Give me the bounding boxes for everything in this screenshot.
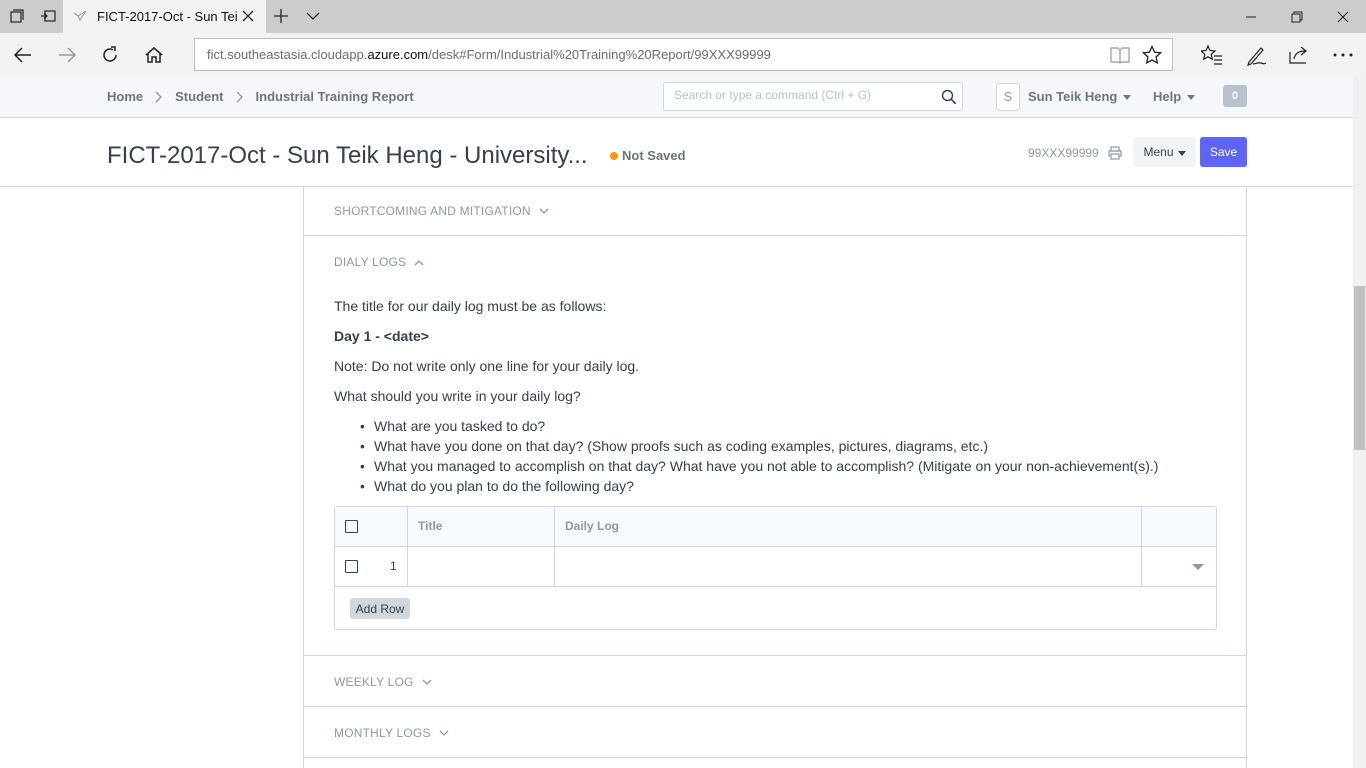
- print-icon[interactable]: [1108, 146, 1122, 160]
- row-index: 1: [390, 559, 397, 573]
- form-layout: SHORTCOMING AND MITIGATION DIALY LOGS Th…: [303, 187, 1247, 768]
- list-item: What do you plan to do the following day…: [334, 477, 1158, 497]
- breadcrumb-industrial-training-report[interactable]: Industrial Training Report: [256, 89, 414, 104]
- browser-tab-bar: FICT-2017-Oct - Sun Tei: [0, 0, 1366, 33]
- tab-favicon-icon: [73, 9, 87, 23]
- favorite-star-icon[interactable]: [1142, 45, 1162, 65]
- chevron-down-icon: [439, 730, 449, 737]
- more-options-icon[interactable]: [1332, 44, 1354, 66]
- notification-badge[interactable]: 0: [1223, 85, 1247, 107]
- daily-log-cell[interactable]: [555, 547, 1141, 586]
- column-divider: [1141, 547, 1142, 587]
- table-row[interactable]: 1: [335, 547, 1216, 587]
- page-title: FICT-2017-Oct - Sun Teik Heng - Universi…: [107, 142, 588, 169]
- avatar[interactable]: S: [996, 83, 1020, 111]
- column-divider: [1141, 507, 1142, 547]
- note-text: Note: Do not write only one line for you…: [334, 358, 640, 374]
- search-icon[interactable]: [941, 89, 957, 105]
- title-cell[interactable]: [408, 547, 554, 586]
- breadcrumb-student[interactable]: Student: [175, 89, 223, 104]
- document-name: 99XXX99999: [1028, 146, 1099, 160]
- awesome-bar[interactable]: [663, 82, 963, 111]
- page-head: FICT-2017-Oct - Sun Teik Heng - Universi…: [0, 118, 1353, 187]
- close-window-icon[interactable]: [1320, 0, 1366, 33]
- restore-icon[interactable]: [1274, 0, 1320, 33]
- search-input[interactable]: [674, 88, 934, 102]
- url-text: fict.southeastasia.cloudapp.azure.com/de…: [207, 47, 771, 62]
- section-head-weekly-log[interactable]: WEEKLY LOG: [334, 675, 432, 689]
- section-head-daily-logs[interactable]: DIALY LOGS: [334, 255, 424, 269]
- browser-nav-bar: fict.southeastasia.cloudapp.azure.com/de…: [0, 33, 1366, 76]
- back-arrow-icon[interactable]: [12, 44, 34, 66]
- list-item: What are you tasked to do?: [334, 417, 1158, 437]
- section-label: SHORTCOMING AND MITIGATION: [334, 204, 531, 218]
- breadcrumb: Home Student Industrial Training Report: [107, 89, 414, 104]
- forward-arrow-icon[interactable]: [56, 44, 78, 66]
- favorites-hub-icon[interactable]: [1201, 44, 1223, 66]
- caret-down-icon: [1177, 150, 1186, 156]
- tab-manager-icon[interactable]: [9, 8, 25, 24]
- minimize-icon[interactable]: [1228, 0, 1274, 33]
- list-item: What have you done on that day? (Show pr…: [334, 437, 1158, 457]
- chevron-right-icon: [236, 91, 244, 103]
- chevron-up-icon: [414, 259, 424, 266]
- status-badge: Not Saved: [610, 148, 686, 163]
- menu-label: Menu: [1143, 145, 1174, 159]
- scrollbar-thumb[interactable]: [1354, 286, 1365, 450]
- refresh-icon[interactable]: [99, 44, 121, 66]
- section-divider: [304, 757, 1246, 758]
- list-item: What you managed to accomplish on that d…: [334, 457, 1158, 477]
- intro-text: The title for our daily log must be as f…: [334, 298, 607, 314]
- user-menu-toggle[interactable]: Sun Teik Heng: [1028, 89, 1132, 104]
- caret-down-icon: [1187, 95, 1196, 100]
- column-header-title[interactable]: Title: [418, 519, 442, 533]
- chevron-right-icon: [155, 91, 163, 103]
- section-label: MONTHLY LOGS: [334, 726, 431, 740]
- help-menu-toggle[interactable]: Help: [1153, 89, 1196, 104]
- column-divider: [554, 507, 555, 547]
- add-row-button[interactable]: Add Row: [350, 598, 410, 619]
- breadcrumb-home[interactable]: Home: [107, 89, 143, 104]
- status-dot-icon: [610, 151, 618, 160]
- row-expand-caret-icon[interactable]: [1192, 564, 1204, 570]
- section-label: DIALY LOGS: [334, 255, 407, 269]
- guideline-list: What are you tasked to do? What have you…: [334, 417, 1158, 497]
- active-tab[interactable]: FICT-2017-Oct - Sun Tei: [63, 0, 266, 33]
- row-checkbox[interactable]: [345, 560, 358, 573]
- status-text: Not Saved: [622, 148, 686, 163]
- save-button[interactable]: Save: [1200, 137, 1247, 167]
- app-navbar: Home Student Industrial Training Report …: [0, 76, 1353, 118]
- tab-title: FICT-2017-Oct - Sun Tei: [97, 9, 238, 24]
- column-divider: [407, 507, 408, 547]
- chevron-down-icon: [422, 679, 432, 686]
- help-label: Help: [1153, 89, 1182, 104]
- share-icon[interactable]: [1288, 44, 1310, 66]
- section-label: WEEKLY LOG: [334, 675, 414, 689]
- new-tab-icon[interactable]: [273, 8, 289, 24]
- column-header-daily-log[interactable]: Daily Log: [565, 519, 619, 533]
- pen-notes-icon[interactable]: [1245, 44, 1267, 66]
- tab-preview-chevron-icon[interactable]: [305, 8, 321, 24]
- section-divider: [304, 706, 1246, 707]
- section-head-shortcoming[interactable]: SHORTCOMING AND MITIGATION: [334, 204, 549, 218]
- daily-log-table: Title Daily Log 1 Add Row: [334, 506, 1217, 630]
- select-all-checkbox[interactable]: [345, 520, 358, 533]
- close-tab-icon[interactable]: [241, 9, 255, 23]
- address-bar[interactable]: fict.southeastasia.cloudapp.azure.com/de…: [194, 38, 1173, 71]
- home-icon[interactable]: [143, 44, 165, 66]
- question-text: What should you write in your daily log?: [334, 388, 581, 404]
- table-header: Title Daily Log: [335, 507, 1216, 547]
- set-aside-tabs-icon[interactable]: [40, 8, 56, 24]
- menu-button[interactable]: Menu: [1133, 137, 1196, 167]
- section-divider: [304, 235, 1246, 236]
- reading-view-icon[interactable]: [1110, 46, 1130, 64]
- title-format-text: Day 1 - <date>: [334, 328, 429, 344]
- user-name: Sun Teik Heng: [1028, 89, 1118, 104]
- section-divider: [304, 655, 1246, 656]
- caret-down-icon: [1123, 95, 1132, 100]
- section-head-monthly-logs[interactable]: MONTHLY LOGS: [334, 726, 449, 740]
- chevron-down-icon: [539, 208, 549, 215]
